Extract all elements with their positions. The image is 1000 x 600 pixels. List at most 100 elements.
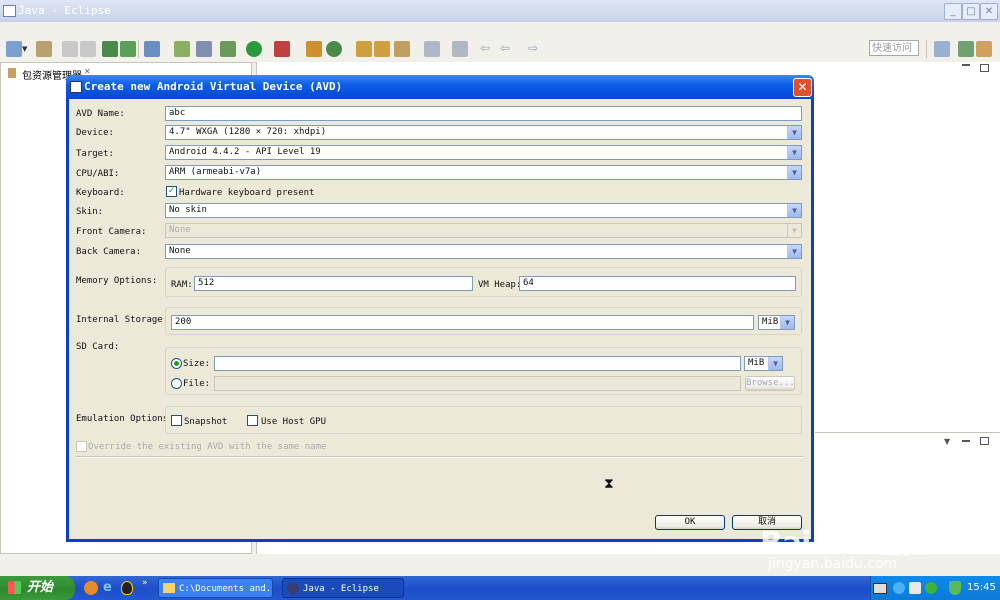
internal-storage-input[interactable]: 200 [171, 315, 754, 330]
override-checkbox [76, 441, 87, 452]
annotation-next-icon[interactable] [452, 41, 468, 57]
internal-storage-unit: MiB [762, 317, 779, 327]
editor-maximize-icon[interactable] [980, 64, 989, 72]
skin-select[interactable]: No skin ▼ [165, 203, 802, 218]
host-gpu-checkbox[interactable] [247, 415, 258, 426]
ie-icon[interactable]: e [103, 581, 117, 595]
back-camera-chevron-down-icon[interactable]: ▼ [787, 245, 801, 258]
memory-options-label: Memory Options: [76, 276, 158, 286]
run-icon[interactable] [246, 41, 262, 57]
new-java-project-icon[interactable] [306, 41, 322, 57]
annotation-icon[interactable] [424, 41, 440, 57]
open-file-icon[interactable] [374, 41, 390, 57]
front-camera-chevron-down-icon: ▼ [787, 224, 801, 237]
taskbar-item-eclipse-label: Java - Eclipse [303, 584, 379, 594]
taskbar-item-eclipse[interactable]: Java - Eclipse [282, 578, 404, 598]
windows-logo-icon [8, 581, 21, 594]
console-maximize-icon[interactable] [980, 437, 989, 445]
editor-minimize-icon[interactable] [962, 64, 970, 66]
sd-file-input [214, 376, 741, 391]
taskbar-item-documents[interactable]: C:\Documents and... [158, 578, 273, 598]
device-label: Device: [76, 128, 114, 138]
sd-size-radio[interactable] [171, 358, 182, 369]
ok-button[interactable]: OK [655, 515, 725, 530]
avd-name-label: AVD Name: [76, 109, 125, 119]
new-class-icon[interactable] [326, 41, 342, 57]
hardware-keyboard-checkbox[interactable]: ✓ [166, 186, 177, 197]
host-gpu-label: Use Host GPU [261, 417, 327, 427]
open-folder-icon[interactable] [356, 41, 372, 57]
firefox-icon[interactable] [84, 581, 98, 595]
minimize-button[interactable]: _ [944, 3, 962, 20]
pen-icon[interactable] [394, 41, 410, 57]
download-icon[interactable] [102, 41, 118, 57]
keyboard-tray-icon[interactable] [873, 583, 887, 594]
internal-storage-unit-chevron-down-icon[interactable]: ▼ [780, 316, 794, 329]
open-perspective-icon[interactable] [934, 41, 950, 57]
skin-chevron-down-icon[interactable]: ▼ [787, 204, 801, 217]
target-chevron-down-icon[interactable]: ▼ [787, 146, 801, 159]
debug-icon[interactable] [220, 41, 236, 57]
separator-line [76, 456, 803, 458]
console-view-menu-icon[interactable]: ▼ [944, 437, 950, 446]
folder-icon [163, 583, 175, 593]
dialog-close-button[interactable]: ✕ [793, 78, 812, 97]
messenger-tray-icon[interactable] [925, 582, 937, 594]
security-shield-icon[interactable] [949, 581, 961, 595]
quick-launch-more-icon[interactable]: » [142, 578, 148, 588]
ram-label: RAM: [171, 280, 193, 290]
eclipse-title-bar: Java - Eclipse _ □ ✕ [0, 0, 1000, 23]
device-chevron-down-icon[interactable]: ▼ [787, 126, 801, 139]
internal-storage-unit-select[interactable]: MiB ▼ [758, 315, 795, 330]
new-dropdown-icon[interactable]: ▼ [22, 41, 30, 57]
cpu-abi-chevron-down-icon[interactable]: ▼ [787, 166, 801, 179]
taskbar-item-documents-label: C:\Documents and... [179, 584, 273, 594]
sd-file-radio[interactable] [171, 378, 182, 389]
network-tray-icon[interactable] [893, 582, 905, 594]
save-icon[interactable] [62, 41, 78, 57]
snapshot-label: Snapshot [184, 417, 228, 427]
internal-storage-group: 200 MiB ▼ [165, 307, 802, 335]
device-select[interactable]: 4.7" WXGA (1280 × 720: xhdpi) ▼ [165, 125, 802, 140]
back-icon[interactable]: ⇦ [480, 41, 496, 57]
start-button[interactable]: 开始 [0, 576, 75, 600]
package-explorer-icon [8, 68, 16, 78]
ram-input[interactable]: 512 [194, 276, 473, 291]
console-minimize-icon[interactable] [962, 440, 970, 442]
ddms-perspective-icon[interactable] [958, 41, 974, 57]
qq-icon[interactable] [121, 581, 133, 595]
back-history-icon[interactable]: ⇦ [500, 41, 516, 57]
back-camera-select[interactable]: None ▼ [165, 244, 802, 259]
target-select[interactable]: Android 4.4.2 - API Level 19 ▼ [165, 145, 802, 160]
maximize-button[interactable]: □ [962, 3, 980, 20]
search-icon[interactable] [196, 41, 212, 57]
forward-icon[interactable]: ⇨ [528, 41, 544, 57]
back-camera-value: None [169, 246, 191, 256]
android-sdk-icon[interactable] [120, 41, 136, 57]
main-toolbar: ▼ ⇦ ⇦ ⇨ 快速访问 [0, 36, 1000, 63]
checklist-icon[interactable] [144, 41, 160, 57]
java-perspective-icon[interactable] [976, 41, 992, 57]
dialog-title: Create new Android Virtual Device (AVD) [84, 80, 343, 93]
cpu-abi-select[interactable]: ARM (armeabi-v7a) ▼ [165, 165, 802, 180]
emulation-options-label: Emulation Options: [76, 414, 174, 424]
quick-access-field[interactable]: 快速访问 [869, 40, 919, 56]
baidu-watermark-url: jingyan.baidu.com [768, 556, 898, 572]
cpu-abi-label: CPU/ABI: [76, 169, 120, 179]
sd-size-label: Size: [183, 359, 211, 369]
snapshot-checkbox[interactable] [171, 415, 182, 426]
avd-name-input[interactable]: abc [165, 106, 802, 121]
open-type-icon[interactable] [36, 41, 52, 57]
volume-tray-icon[interactable] [909, 582, 921, 594]
sd-size-input[interactable] [214, 356, 741, 371]
vm-heap-input[interactable]: 64 [519, 276, 796, 291]
sd-card-group: Size: MiB ▼ File: Browse... [165, 347, 802, 395]
save-all-icon[interactable] [80, 41, 96, 57]
external-tools-icon[interactable] [274, 41, 290, 57]
sd-size-unit-chevron-down-icon[interactable]: ▼ [768, 357, 782, 370]
internal-storage-label: Internal Storage: [76, 315, 169, 325]
sd-size-unit-select[interactable]: MiB ▼ [744, 356, 783, 371]
android-lint-icon[interactable] [174, 41, 190, 57]
new-icon[interactable] [6, 41, 22, 57]
close-window-button[interactable]: ✕ [980, 3, 998, 20]
